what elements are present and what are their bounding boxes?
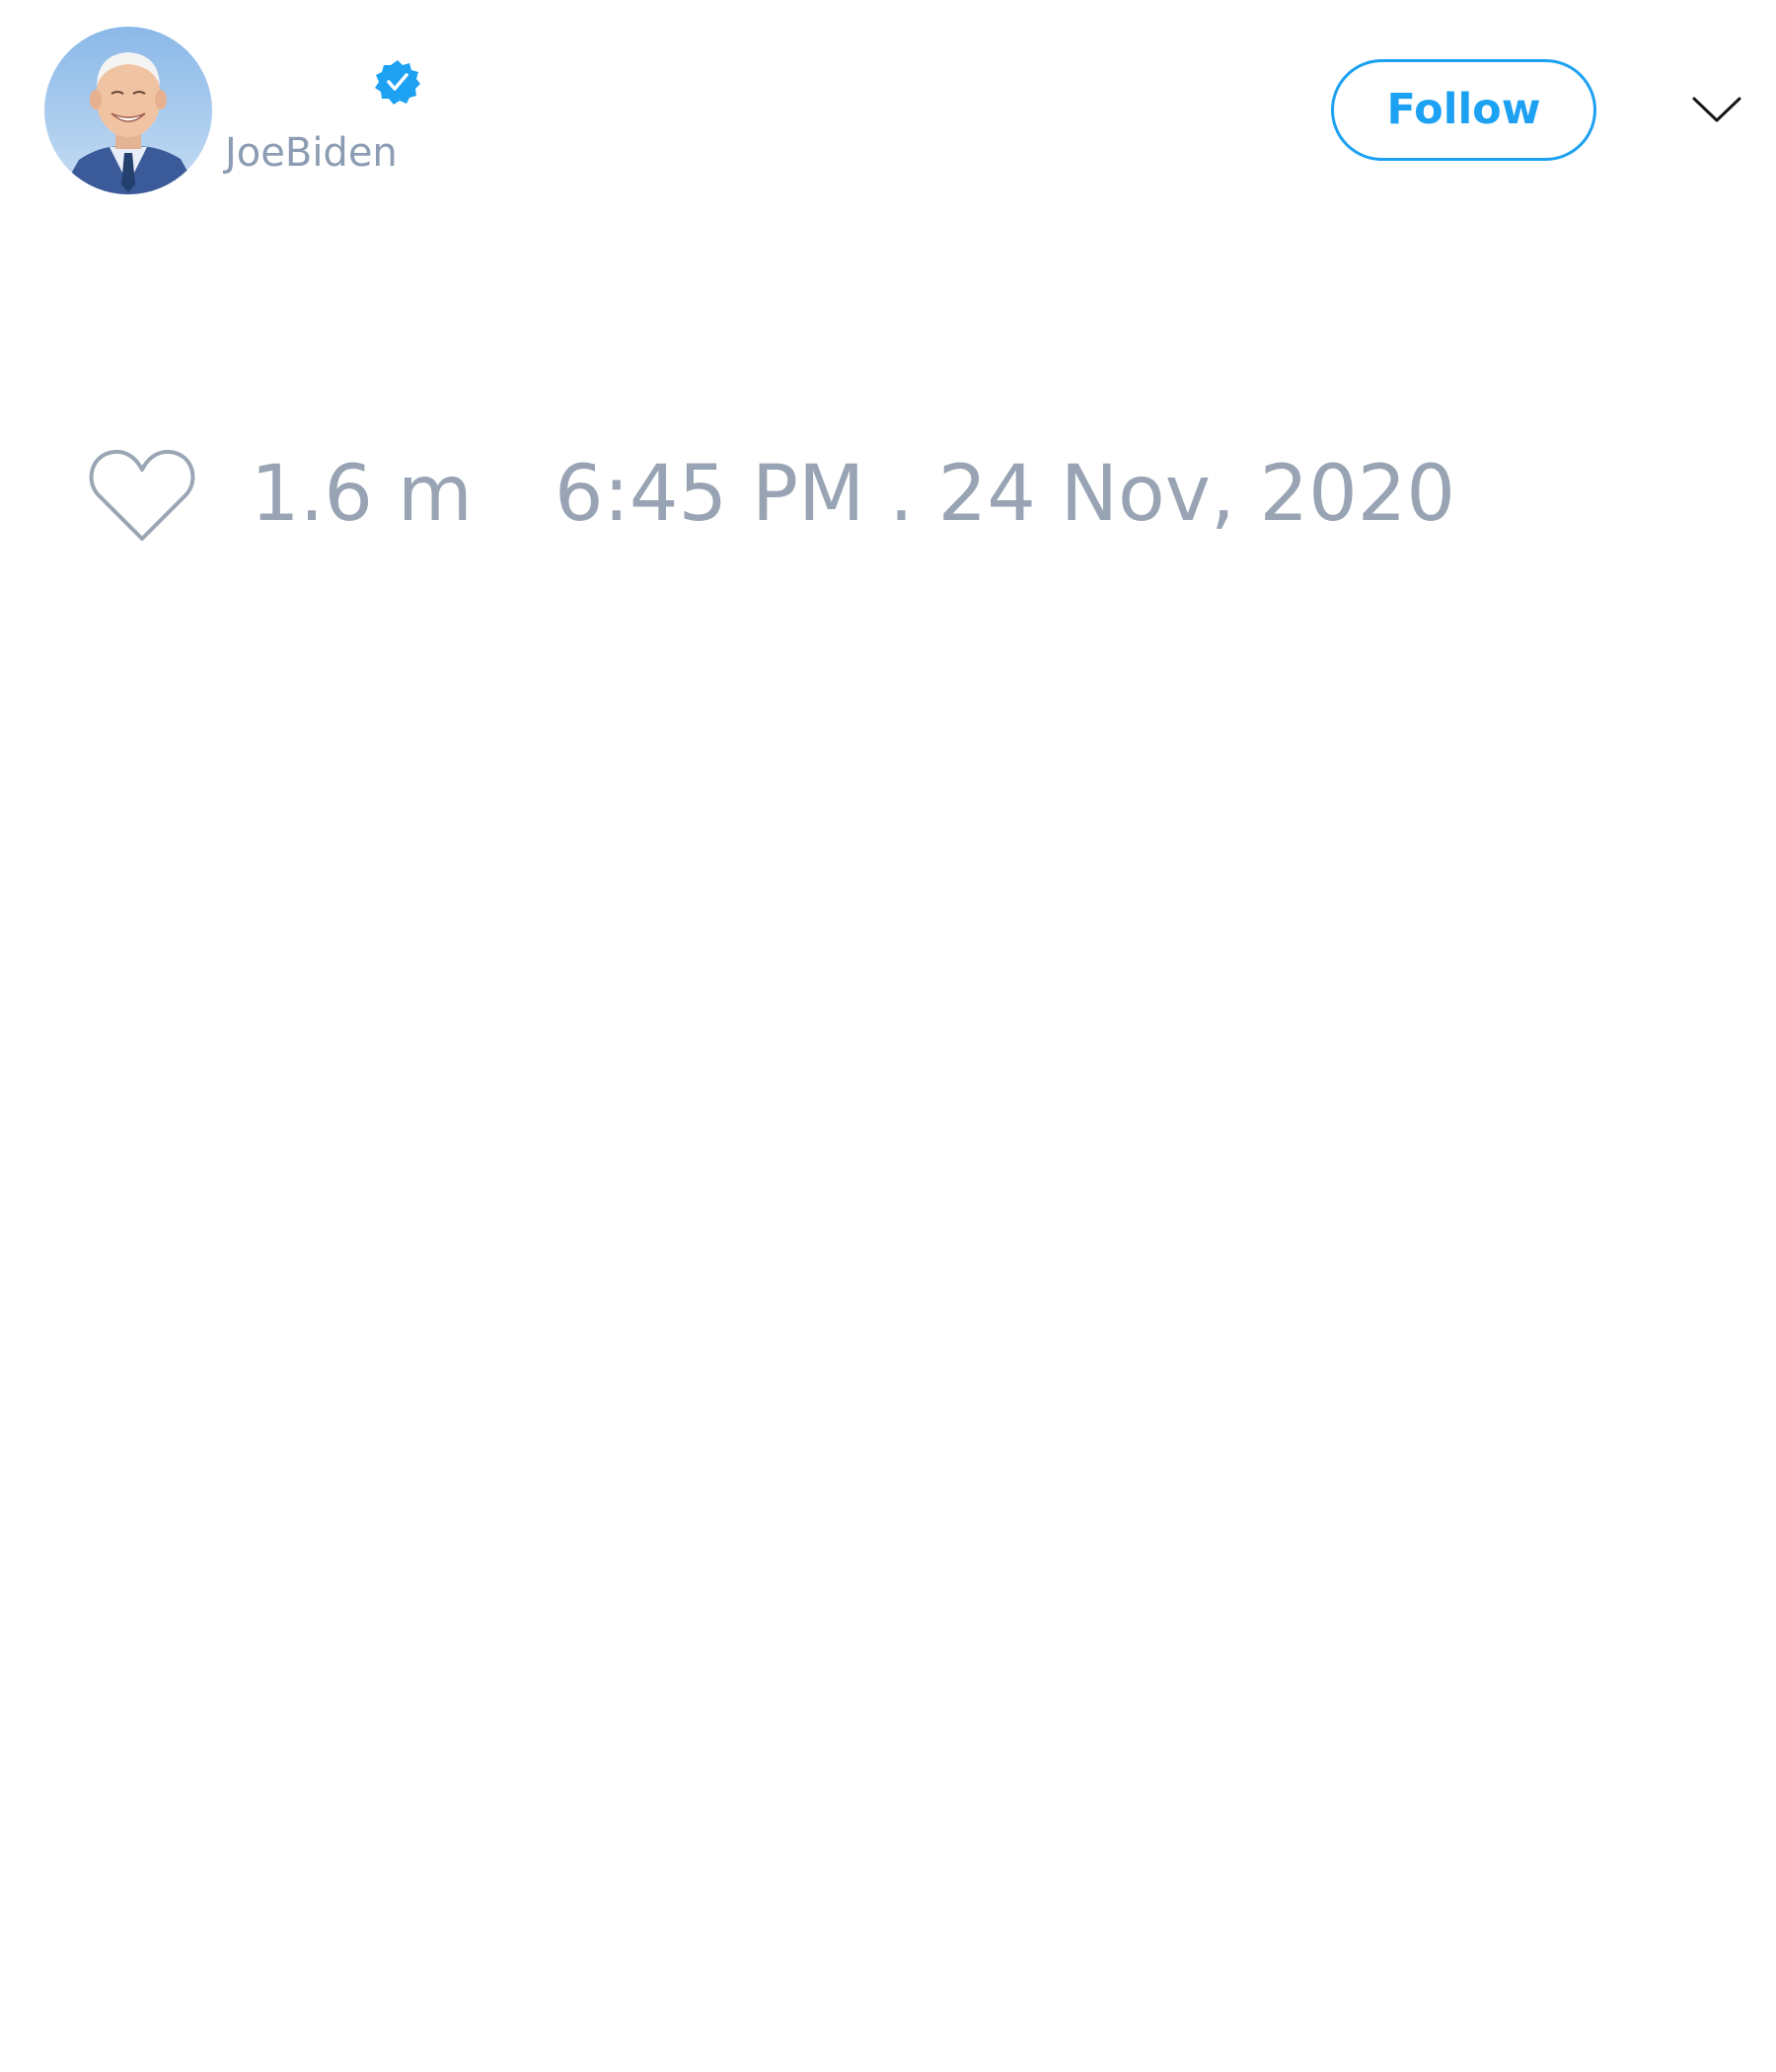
follow-button[interactable]: Follow <box>1331 59 1596 161</box>
avatar-image <box>44 27 212 194</box>
avatar[interactable] <box>44 27 212 194</box>
like-count: 1.6 m <box>251 450 473 539</box>
user-handle[interactable]: JoeBiden <box>225 125 398 181</box>
chevron-down-icon[interactable] <box>1691 87 1742 132</box>
display-name[interactable] <box>225 51 363 111</box>
tweet-card: JoeBiden Follow 1.6 m 6:45 PM . 24 Nov, … <box>0 0 1776 2072</box>
heart-icon[interactable] <box>87 446 197 545</box>
verified-badge-icon <box>374 58 421 106</box>
tweet-timestamp[interactable]: 6:45 PM . 24 Nov, 2020 <box>555 449 1455 540</box>
